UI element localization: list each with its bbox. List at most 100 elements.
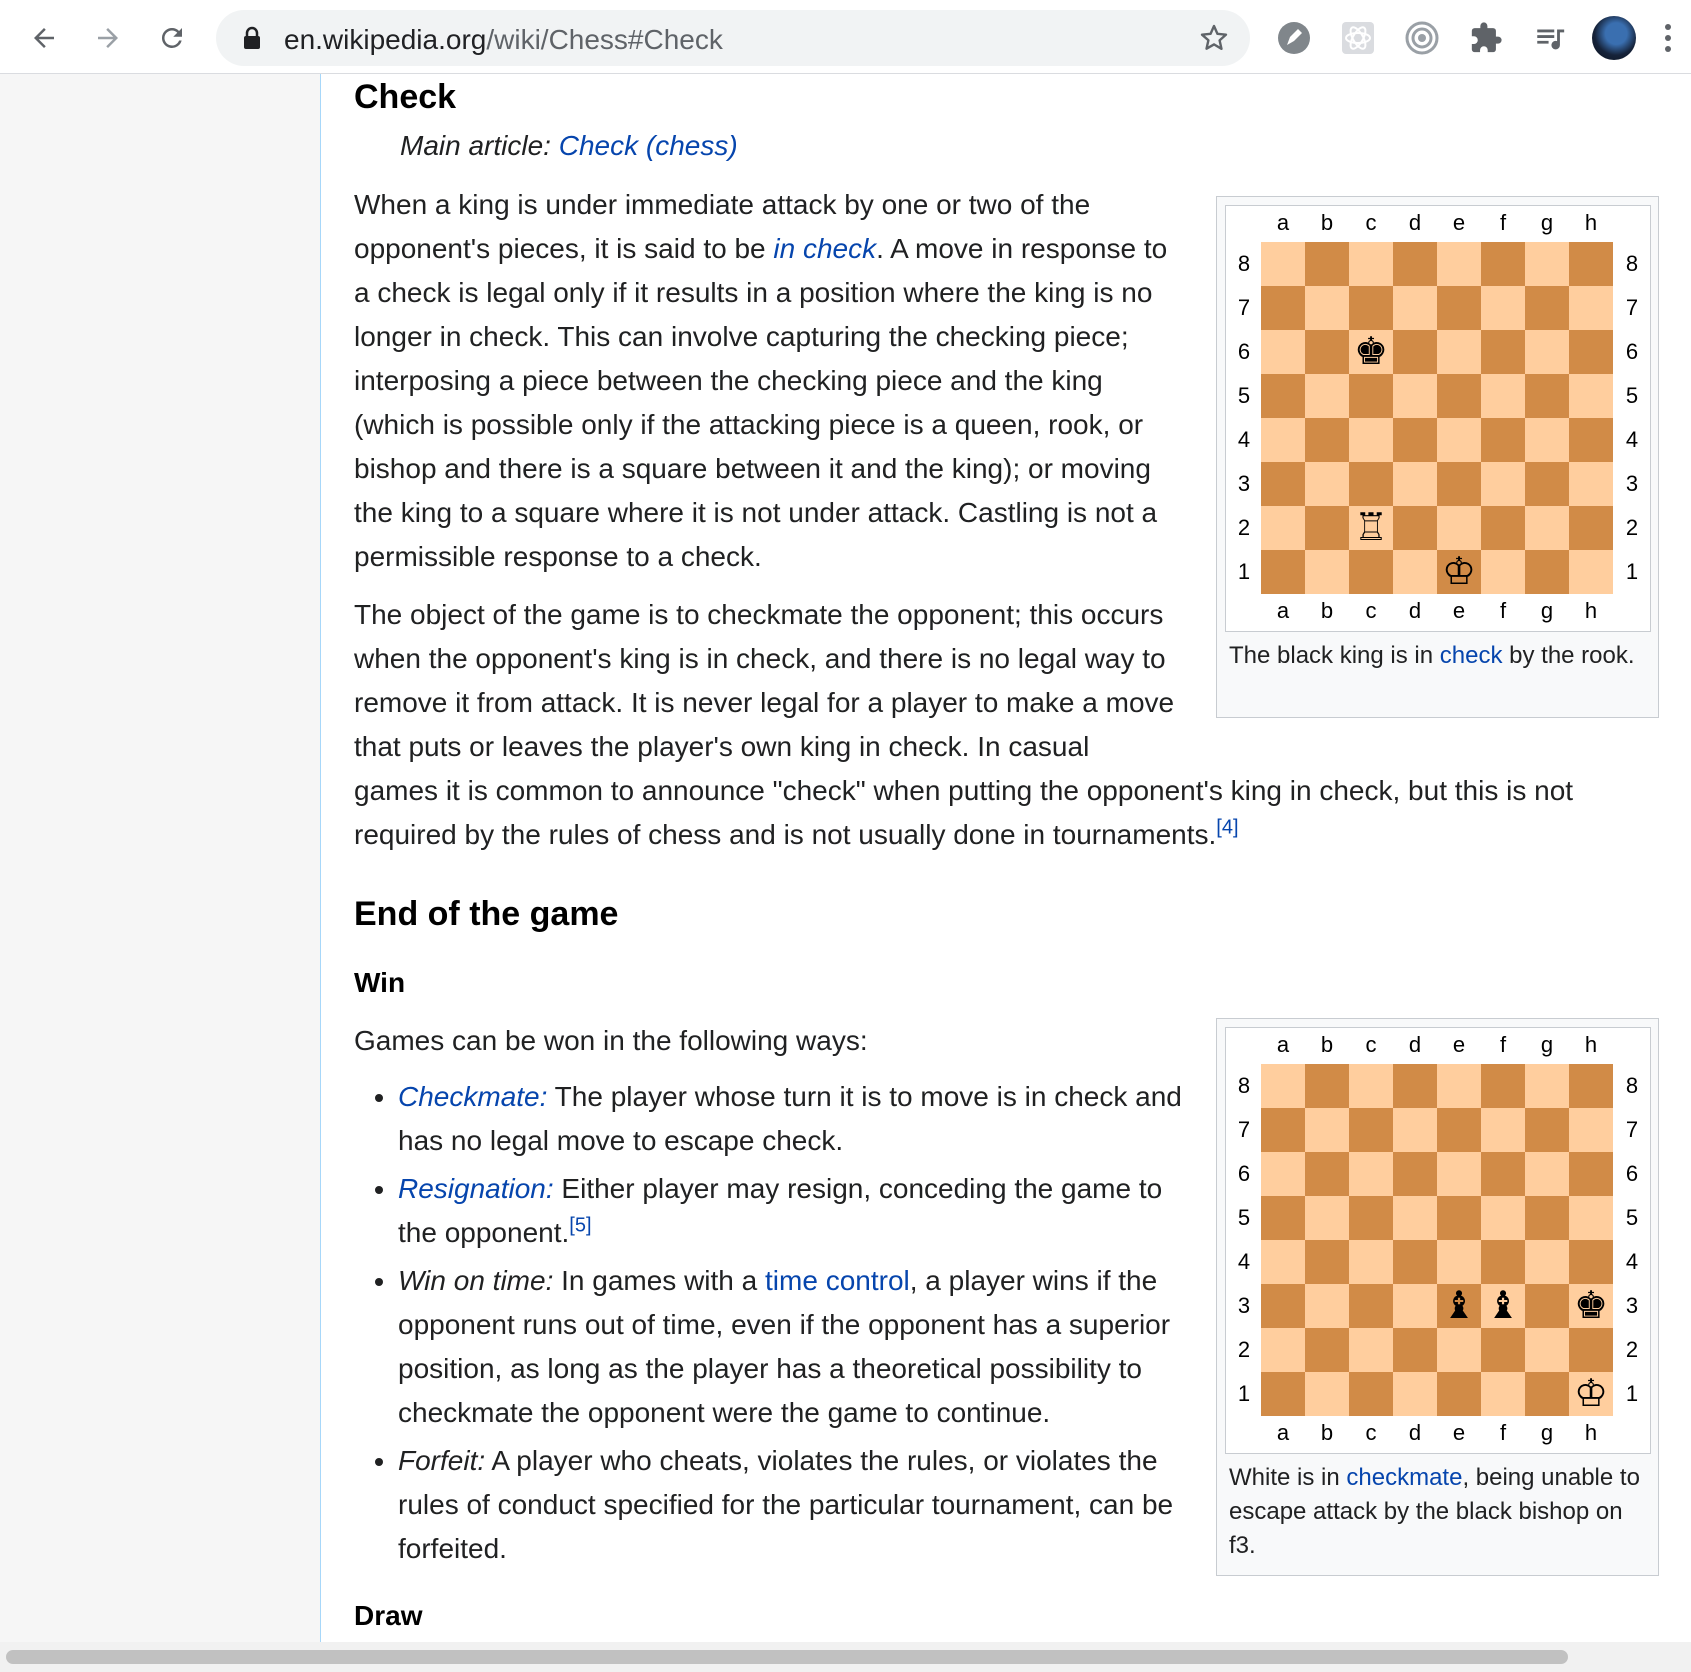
square-g8: [1525, 1064, 1569, 1108]
scrollbar-thumb[interactable]: [6, 1650, 1568, 1664]
rank-labels-right: 8 7 6 5 4 3 2 1: [1620, 242, 1644, 594]
black-king-icon: ♚: [1353, 331, 1389, 373]
list-item-checkmate: Checkmate: The player whose turn it is t…: [398, 1075, 1208, 1163]
hatnote-link[interactable]: Check (chess): [559, 130, 738, 161]
reference-4-link[interactable]: [4]: [1216, 817, 1238, 839]
square-b7: [1305, 1108, 1349, 1152]
check-paragraph-2a: The object of the game is to checkmate t…: [354, 599, 1175, 762]
square-h8: [1569, 242, 1613, 286]
forfeit-term: Forfeit:: [398, 1445, 486, 1476]
square-a1: [1261, 1372, 1305, 1416]
profile-avatar[interactable]: [1592, 16, 1636, 60]
square-e1: ♔: [1437, 550, 1481, 594]
caption-check-link[interactable]: check: [1440, 642, 1503, 669]
square-h7: [1569, 286, 1613, 330]
square-a7: [1261, 286, 1305, 330]
chessboard-checkmate: ♝ ♝ ♚ ♔: [1261, 1064, 1613, 1416]
square-g3: [1525, 462, 1569, 506]
forfeit-text: A player who cheats, violates the rules,…: [398, 1445, 1174, 1564]
square-d8: [1393, 242, 1437, 286]
square-d1: [1393, 550, 1437, 594]
rank-label: 2: [1237, 515, 1251, 540]
reload-icon[interactable]: [150, 16, 194, 60]
rank-label: 6: [1625, 339, 1639, 364]
rank-label: 7: [1237, 1117, 1251, 1142]
square-f6: [1481, 1152, 1525, 1196]
checkmate-link[interactable]: Checkmate:: [398, 1081, 547, 1112]
square-f5: [1481, 1196, 1525, 1240]
file-label: e: [1452, 598, 1466, 623]
address-bar[interactable]: en.wikipedia.org/wiki/Chess#Check: [216, 10, 1250, 66]
in-check-link[interactable]: in check: [773, 233, 876, 264]
lock-icon[interactable]: [242, 26, 262, 55]
back-arrow-icon[interactable]: [22, 16, 66, 60]
caption-text-a: The black king is in: [1229, 642, 1440, 669]
square-b3: [1305, 462, 1349, 506]
rank-label: 1: [1237, 559, 1251, 584]
caption-checkmate-link[interactable]: checkmate: [1346, 1464, 1462, 1491]
file-label: a: [1276, 598, 1290, 623]
media-icon[interactable]: [1530, 18, 1570, 58]
square-b8: [1305, 242, 1349, 286]
win-on-time-text-a: In games with a: [553, 1265, 766, 1296]
pen-extension-icon[interactable]: [1274, 18, 1314, 58]
file-label: a: [1276, 210, 1290, 235]
square-g2: [1525, 506, 1569, 550]
section-heading-check: Check: [354, 78, 457, 116]
square-c7: [1349, 1108, 1393, 1152]
extensions-icon[interactable]: [1466, 18, 1506, 58]
square-e3: [1437, 462, 1481, 506]
square-a4: [1261, 418, 1305, 462]
file-label: b: [1320, 598, 1334, 623]
square-h8: [1569, 1064, 1613, 1108]
square-c1: [1349, 1372, 1393, 1416]
horizontal-scrollbar[interactable]: [0, 1642, 1691, 1672]
square-c5: [1349, 374, 1393, 418]
square-e6: [1437, 1152, 1481, 1196]
square-d4: [1393, 1240, 1437, 1284]
square-g6: [1525, 330, 1569, 374]
square-c4: [1349, 418, 1393, 462]
file-label: c: [1365, 598, 1377, 623]
white-king-icon: ♔: [1573, 1373, 1609, 1415]
square-a1: [1261, 550, 1305, 594]
square-a2: [1261, 1328, 1305, 1372]
menu-kebab-icon[interactable]: [1656, 18, 1680, 58]
square-f4: [1481, 1240, 1525, 1284]
file-label: h: [1584, 598, 1598, 623]
square-e7: [1437, 286, 1481, 330]
forward-arrow-icon[interactable]: [86, 16, 130, 60]
square-f3: ♝: [1481, 1284, 1525, 1328]
file-label: a: [1276, 1420, 1290, 1445]
check-p1-text-b: . A move in response to a check is legal…: [354, 233, 1168, 572]
square-b4: [1305, 418, 1349, 462]
rank-label: 8: [1237, 1073, 1251, 1098]
square-h6: [1569, 330, 1613, 374]
square-c7: [1349, 286, 1393, 330]
resignation-link[interactable]: Resignation:: [398, 1173, 554, 1204]
star-icon[interactable]: [1198, 22, 1230, 59]
file-label: d: [1408, 1032, 1422, 1057]
reference-5-link[interactable]: [5]: [569, 1215, 591, 1237]
rank-label: 5: [1237, 1205, 1251, 1230]
subsection-heading-win: Win: [354, 967, 406, 998]
square-a4: [1261, 1240, 1305, 1284]
square-h3: [1569, 462, 1613, 506]
square-g1: [1525, 1372, 1569, 1416]
time-control-link[interactable]: time control: [765, 1265, 910, 1296]
square-h1: [1569, 550, 1613, 594]
target-extension-icon[interactable]: [1402, 18, 1442, 58]
file-label: e: [1452, 1420, 1466, 1445]
square-h7: [1569, 1108, 1613, 1152]
rank-label: 7: [1625, 295, 1639, 320]
square-a2: [1261, 506, 1305, 550]
list-item-forfeit: Forfeit: A player who cheats, violates t…: [398, 1439, 1208, 1571]
square-e2: [1437, 506, 1481, 550]
url-path: /wiki/Chess#Check: [486, 24, 723, 55]
square-g4: [1525, 418, 1569, 462]
sidebar-panel: [0, 74, 320, 1642]
figure-checkmate: a b c d e f g h 8 7 6 5 4 3 2 1 8 7 6 5 4 3 2 1 ♝ ♝ ♚ ♔ a b c d e f g h…: [1216, 1018, 1659, 1576]
react-extension-icon[interactable]: [1338, 18, 1378, 58]
square-d2: [1393, 506, 1437, 550]
rank-label: 6: [1625, 1161, 1639, 1186]
